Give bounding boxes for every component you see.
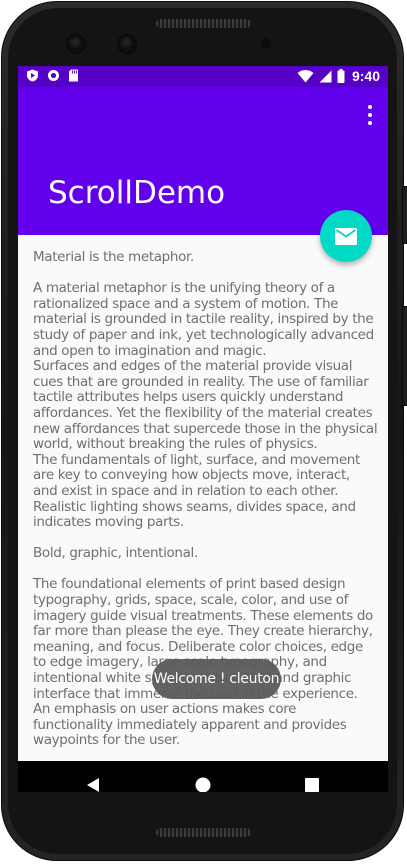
toast-message: Welcome ! cleuton <box>152 659 281 699</box>
recents-button[interactable] <box>300 773 324 792</box>
front-camera-icon <box>66 34 86 54</box>
home-icon <box>195 777 211 792</box>
sd-card-icon <box>69 69 78 82</box>
email-fab-button[interactable] <box>320 210 372 262</box>
home-button[interactable] <box>191 773 215 792</box>
bottom-speaker <box>156 828 251 837</box>
menu-dot <box>368 105 372 109</box>
back-icon <box>87 778 99 792</box>
navigation-bar <box>18 761 388 792</box>
status-bar: 9:40 <box>18 66 388 87</box>
app-title: ScrollDemo <box>48 175 226 211</box>
recents-icon <box>305 778 319 792</box>
play-protect-icon <box>27 69 38 82</box>
status-left-icons <box>26 69 79 82</box>
phone-frame: 9:40 ScrollDemo Material is the metaphor… <box>0 0 407 864</box>
screen: 9:40 ScrollDemo Material is the metaphor… <box>18 66 388 792</box>
wifi-icon <box>297 69 314 82</box>
top-speaker <box>156 19 251 28</box>
back-button[interactable] <box>81 773 105 792</box>
volume-button <box>402 186 407 244</box>
sync-circle-icon <box>48 70 59 81</box>
power-button <box>402 306 407 406</box>
status-right-icons: 9:40 <box>297 68 380 84</box>
menu-dot <box>368 113 372 117</box>
menu-dot <box>368 121 372 125</box>
proximity-sensor-icon <box>261 38 271 48</box>
front-camera-2-icon <box>117 34 137 54</box>
overflow-menu-icon[interactable] <box>367 105 373 125</box>
battery-icon <box>337 69 345 83</box>
cellular-signal-icon <box>319 70 332 82</box>
email-icon <box>335 227 357 245</box>
status-clock: 9:40 <box>351 68 380 84</box>
